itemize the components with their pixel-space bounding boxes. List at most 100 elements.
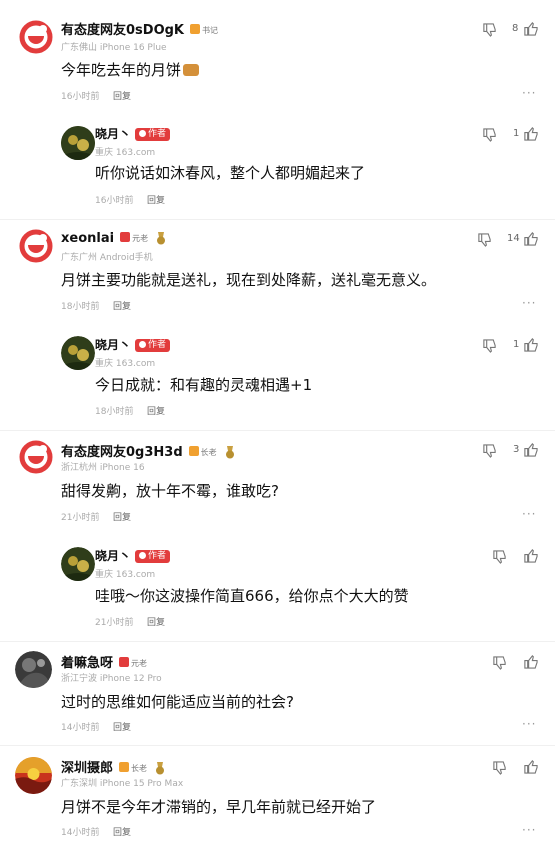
timestamp: 16小时前 <box>61 92 100 102</box>
thumbs-up-icon[interactable] <box>523 442 538 457</box>
location-device: 重庆 163.com <box>95 148 156 158</box>
mooncake-emoji-icon <box>183 64 200 76</box>
medal-icon <box>156 762 165 775</box>
avatar[interactable] <box>19 229 53 263</box>
reply-button[interactable]: 回复 <box>113 720 131 733</box>
thumbs-down-icon[interactable] <box>482 127 497 142</box>
username[interactable]: 着嘛急呀 元老 <box>61 652 150 671</box>
timestamp: 14小时前 <box>61 828 100 838</box>
reply-button[interactable]: 回复 <box>147 615 165 628</box>
comment-text: 月饼不是今年才滞销的，早几年前就已经开始了 <box>61 798 377 816</box>
comment-text: 今日成就：和有趣的灵魂相遇+1 <box>95 376 313 394</box>
username[interactable]: 深圳摄郎 长老 <box>61 757 166 776</box>
user-photo-avatar-icon <box>15 651 52 688</box>
location-device: 浙江宁波 iPhone 12 Pro <box>61 674 162 684</box>
level-badge: 长老 <box>186 446 219 459</box>
comment-text: 月饼主要功能就是送礼，现在到处降薪，送礼毫无意义。 <box>61 271 437 289</box>
badge-icon <box>119 762 130 772</box>
medal-icon <box>157 232 166 245</box>
thumbs-up-icon[interactable] <box>523 337 538 352</box>
avatar[interactable] <box>61 336 95 370</box>
thumbs-down-icon[interactable] <box>482 338 497 353</box>
username[interactable]: 晓月丶 作者 <box>95 336 171 353</box>
username[interactable]: 晓月丶 作者 <box>95 547 171 564</box>
badge-icon <box>119 657 130 667</box>
thumbs-up-icon[interactable] <box>523 759 538 774</box>
timestamp: 18小时前 <box>61 302 100 312</box>
author-badge: 作者 <box>135 128 171 141</box>
avatar[interactable] <box>61 547 95 581</box>
author-badge: 作者 <box>135 339 171 352</box>
reply-button[interactable]: 回复 <box>147 193 165 206</box>
badge-icon <box>190 24 201 34</box>
username[interactable]: 有态度网友0g3H3d 长老 <box>61 441 236 460</box>
thumbs-up-icon[interactable] <box>523 126 538 141</box>
reply-button[interactable]: 回复 <box>113 89 131 102</box>
timestamp: 21小时前 <box>61 513 100 523</box>
level-badge: 长老 <box>117 762 150 775</box>
reply-button[interactable]: 回复 <box>147 404 165 417</box>
avatar[interactable] <box>61 126 95 160</box>
comment-text: 过时的思维如何能适应当前的社会? <box>61 693 294 711</box>
netease-logo-icon <box>19 440 53 474</box>
thumbs-up-icon[interactable] <box>523 548 538 563</box>
level-badge: 元老 <box>118 232 151 245</box>
more-options-icon[interactable]: ··· <box>522 296 536 310</box>
medal-icon <box>225 446 234 459</box>
location-device: 广东广州 Android手机 <box>61 253 153 263</box>
timestamp: 14小时前 <box>61 723 100 733</box>
divider <box>0 430 555 431</box>
comment-text: 哇哦～你这波操作简直666，给你点个大大的赞 <box>95 587 409 605</box>
thumbs-down-icon[interactable] <box>492 655 507 670</box>
thumbs-up-icon[interactable] <box>523 654 538 669</box>
thumbs-up-icon[interactable] <box>523 231 538 246</box>
more-options-icon[interactable]: ··· <box>522 717 536 731</box>
location-device: 重庆 163.com <box>95 570 156 580</box>
more-options-icon[interactable]: ··· <box>522 823 536 837</box>
thumbs-down-icon[interactable] <box>477 232 492 247</box>
timestamp: 21小时前 <box>95 618 134 628</box>
like-count: 1 <box>513 128 520 139</box>
comment-text: 听你说话如沐春风，整个人都明媚起来了 <box>95 164 366 182</box>
location-device: 广东佛山 iPhone 16 Plue <box>61 43 167 53</box>
avatar[interactable] <box>15 757 52 794</box>
location-device: 重庆 163.com <box>95 359 156 369</box>
divider <box>0 745 555 746</box>
more-options-icon[interactable]: ··· <box>522 507 536 521</box>
comment-text: 今年吃去年的月饼 <box>61 59 200 80</box>
divider <box>0 641 555 642</box>
avatar[interactable] <box>19 440 53 474</box>
username[interactable]: xeonlai 元老 <box>61 231 167 246</box>
divider <box>0 219 555 220</box>
username[interactable]: 晓月丶 作者 <box>95 125 171 142</box>
like-count: 1 <box>513 339 520 350</box>
more-options-icon[interactable]: ··· <box>522 86 536 100</box>
reply-button[interactable]: 回复 <box>113 510 131 523</box>
reply-button[interactable]: 回复 <box>113 825 131 838</box>
username[interactable]: 有态度网友0sDOgK 书记 <box>61 19 221 38</box>
timestamp: 18小时前 <box>95 407 134 417</box>
avatar[interactable] <box>15 651 52 688</box>
author-badge: 作者 <box>135 550 171 563</box>
thumbs-down-icon[interactable] <box>492 549 507 564</box>
author-avatar-icon <box>61 126 95 160</box>
level-badge: 书记 <box>188 24 221 37</box>
location-device: 浙江杭州 iPhone 16 <box>61 463 145 473</box>
thumbs-down-icon[interactable] <box>482 443 497 458</box>
thumbs-down-icon[interactable] <box>482 22 497 37</box>
thumbs-down-icon[interactable] <box>492 760 507 775</box>
like-count: 3 <box>513 444 520 455</box>
reply-button[interactable]: 回复 <box>113 299 131 312</box>
netease-logo-icon <box>19 20 53 54</box>
level-badge: 元老 <box>117 657 150 670</box>
sunset-avatar-icon <box>15 757 52 794</box>
author-avatar-icon <box>61 336 95 370</box>
thumbs-up-icon[interactable] <box>523 21 538 36</box>
netease-logo-icon <box>19 229 53 263</box>
badge-icon <box>120 232 131 242</box>
comment-text: 甜得发齁，放十年不霉，谁敢吃? <box>61 482 279 500</box>
author-avatar-icon <box>61 547 95 581</box>
like-count: 14 <box>507 233 520 244</box>
like-count: 8 <box>512 23 519 34</box>
avatar[interactable] <box>19 20 53 54</box>
